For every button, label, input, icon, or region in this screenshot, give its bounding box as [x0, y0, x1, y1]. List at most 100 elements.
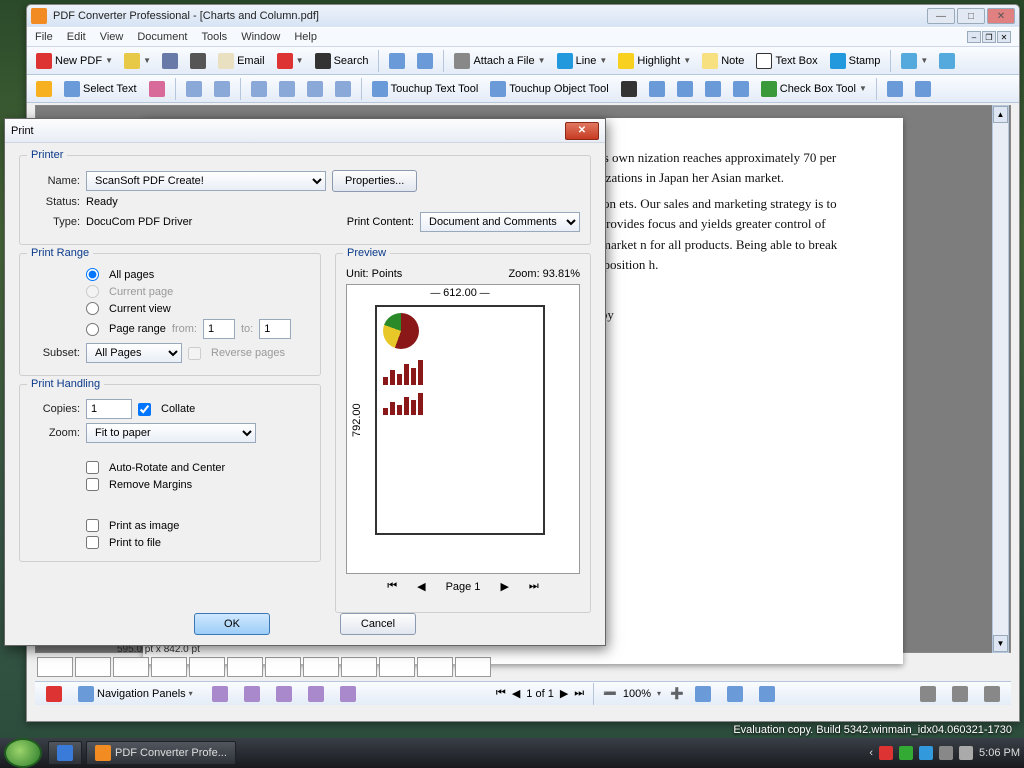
nav-panel-icon[interactable] [239, 683, 265, 705]
current-page-radio[interactable] [86, 285, 99, 298]
titlebar[interactable]: PDF Converter Professional - [Charts and… [27, 5, 1019, 27]
page-range-radio[interactable] [86, 323, 99, 336]
next-page-icon[interactable]: ▶ [560, 687, 568, 700]
save-button[interactable] [157, 50, 183, 72]
from-input[interactable] [203, 319, 235, 339]
subset-select[interactable]: All Pages [86, 343, 182, 363]
mdi-restore[interactable]: ❐ [982, 31, 996, 43]
menu-edit[interactable]: Edit [67, 31, 86, 43]
thumb[interactable] [227, 657, 263, 677]
taskbar-ie[interactable] [48, 741, 82, 765]
collate-checkbox[interactable] [138, 403, 151, 416]
taskbar[interactable]: PDF Converter Profe... ‹ 5:06 PM [0, 738, 1024, 768]
nav-panels-button[interactable]: Navigation Panels▾ [73, 683, 201, 705]
tray-icon[interactable] [879, 746, 893, 760]
status-icon[interactable] [915, 683, 941, 705]
dialog-close-button[interactable]: ✕ [565, 122, 599, 140]
dialog-titlebar[interactable]: Print ✕ [5, 119, 605, 143]
form-edit-tool[interactable] [700, 78, 726, 100]
zoom-select[interactable]: Fit to paper [86, 423, 256, 443]
thumb[interactable] [75, 657, 111, 677]
zoom-level[interactable]: 100% [623, 688, 651, 700]
ok-button[interactable]: OK [194, 613, 270, 635]
all-pages-radio[interactable] [86, 268, 99, 281]
system-tray[interactable]: ‹ 5:06 PM [869, 746, 1020, 760]
stamp-button[interactable]: Stamp [825, 50, 886, 72]
highlight-button[interactable]: Highlight▼ [613, 50, 695, 72]
mdi-close[interactable]: ✕ [997, 31, 1011, 43]
tray-icon[interactable] [919, 746, 933, 760]
thumb[interactable] [379, 657, 415, 677]
scroll-up-icon[interactable]: ▲ [993, 106, 1008, 123]
article-tool[interactable] [728, 78, 754, 100]
rotate-ccw[interactable] [882, 78, 908, 100]
zoom-in-icon[interactable] [246, 78, 272, 100]
menu-document[interactable]: Document [137, 31, 187, 43]
search-button[interactable]: Search [310, 50, 374, 72]
attach-file-button[interactable]: Attach a File▼ [449, 50, 549, 72]
mdi-minimize[interactable]: – [967, 31, 981, 43]
view-single[interactable] [690, 683, 716, 705]
last-page-icon[interactable]: ⏭ [574, 687, 584, 700]
cancel-button[interactable]: Cancel [340, 613, 416, 635]
print-content-select[interactable]: Document and Comments [420, 212, 580, 232]
form-tool2[interactable] [934, 50, 960, 72]
email-button[interactable]: Email [213, 50, 270, 72]
status-icon[interactable] [947, 683, 973, 705]
nav-panel-icon[interactable] [303, 683, 329, 705]
new-pdf-button[interactable]: New PDF▼ [31, 50, 117, 72]
print-button[interactable] [185, 50, 211, 72]
touchup-object-button[interactable]: Touchup Object Tool [485, 78, 613, 100]
preview-next-icon[interactable]: ▶ [500, 580, 508, 593]
scroll-down-icon[interactable]: ▼ [993, 635, 1008, 652]
line-button[interactable]: Line▼ [552, 50, 612, 72]
taskbar-app[interactable]: PDF Converter Profe... [86, 741, 236, 765]
nav-panel-close[interactable] [41, 683, 67, 705]
first-page-icon[interactable]: ⏮ [496, 687, 506, 700]
textbox-button[interactable]: Text Box [751, 50, 822, 72]
nav-prev[interactable] [181, 78, 207, 100]
snapshot-button[interactable] [144, 78, 170, 100]
nav-next[interactable] [209, 78, 235, 100]
tray-icon[interactable] [939, 746, 953, 760]
margins-checkbox[interactable] [86, 478, 99, 491]
zoom-in-button[interactable]: ➕ [670, 687, 684, 700]
close-button[interactable]: ✕ [987, 8, 1015, 24]
crop-tool[interactable] [644, 78, 670, 100]
touchup-text-button[interactable]: Touchup Text Tool [367, 78, 484, 100]
thumb[interactable] [189, 657, 225, 677]
start-button[interactable] [4, 738, 42, 768]
zoom-out-button[interactable]: ➖ [603, 687, 617, 700]
copies-input[interactable] [86, 399, 132, 419]
thumb[interactable] [151, 657, 187, 677]
thumb[interactable] [303, 657, 339, 677]
thumb[interactable] [417, 657, 453, 677]
select-text-button[interactable]: Select Text [59, 78, 142, 100]
thumb[interactable] [37, 657, 73, 677]
tray-chevron-icon[interactable]: ‹ [869, 747, 873, 759]
redo-button[interactable] [412, 50, 438, 72]
thumb[interactable] [455, 657, 491, 677]
menu-view[interactable]: View [100, 31, 124, 43]
print-file-checkbox[interactable] [86, 536, 99, 549]
zoom-marquee-icon[interactable] [302, 78, 328, 100]
checkbox-tool-button[interactable]: Check Box Tool▼ [756, 78, 871, 100]
volume-icon[interactable] [959, 746, 973, 760]
status-icon[interactable] [979, 683, 1005, 705]
menu-window[interactable]: Window [241, 31, 280, 43]
view-cont[interactable] [722, 683, 748, 705]
hand-tool[interactable] [31, 78, 57, 100]
reverse-checkbox[interactable] [188, 347, 201, 360]
printer-name-select[interactable]: ScanSoft PDF Create! [86, 171, 326, 191]
note-button[interactable]: Note [697, 50, 749, 72]
form-tool1[interactable]: ▼ [896, 50, 932, 72]
rotate-cw[interactable] [910, 78, 936, 100]
pointer-tool[interactable] [616, 78, 642, 100]
preview-prev-icon[interactable]: ◀ [417, 580, 425, 593]
preview-last-icon[interactable]: ⏭ [529, 580, 539, 593]
to-input[interactable] [259, 319, 291, 339]
current-view-radio[interactable] [86, 302, 99, 315]
preview-first-icon[interactable]: ⏮ [387, 580, 397, 593]
print-image-checkbox[interactable] [86, 519, 99, 532]
thumb[interactable] [113, 657, 149, 677]
